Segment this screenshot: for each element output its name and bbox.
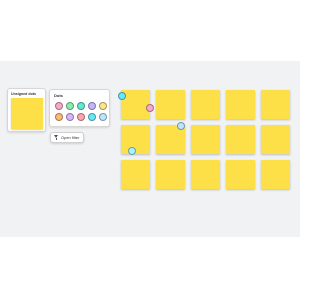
open-filter-label: Open filter [61,135,80,140]
dots-panel-title: Dots [54,93,63,98]
palette-dot-violet[interactable] [66,113,74,121]
palette-dot-sky[interactable] [99,113,107,121]
sticky-note[interactable] [191,160,220,189]
unsigned-dots-template[interactable]: Unsigned dots [7,88,46,132]
sticky-note[interactable] [226,90,255,119]
filter-icon [54,135,59,140]
sticky-note[interactable] [261,125,290,154]
palette-dot-rose[interactable] [77,113,85,121]
placed-dot-marker[interactable] [177,122,185,130]
sticky-note[interactable] [156,90,185,119]
sticky-note[interactable] [261,90,290,119]
placed-dot-marker[interactable] [128,147,136,155]
palette-dot-cyan[interactable] [88,113,96,121]
sticky-note[interactable] [226,160,255,189]
palette-dot-teal[interactable] [77,102,85,110]
sticky-note[interactable] [121,160,150,189]
palette-dot-orange[interactable] [55,113,63,121]
sticky-note[interactable] [191,125,220,154]
palette-dot-cream[interactable] [99,102,107,110]
palette-dot-lavender[interactable] [88,102,96,110]
open-filter-button[interactable]: Open filter [50,132,84,143]
sticky-note[interactable] [261,160,290,189]
placed-dot-marker[interactable] [146,104,154,112]
placed-dot-marker[interactable] [118,92,126,100]
whiteboard-canvas[interactable] [0,61,300,237]
sticky-note[interactable] [156,160,185,189]
sticky-note[interactable] [191,90,220,119]
dots-palette-panel: Dots [49,89,110,127]
template-sticky-note[interactable] [11,98,43,129]
sticky-note[interactable] [226,125,255,154]
template-title: Unsigned dots [11,92,36,96]
palette-dot-green[interactable] [66,102,74,110]
palette-dot-pink[interactable] [55,102,63,110]
